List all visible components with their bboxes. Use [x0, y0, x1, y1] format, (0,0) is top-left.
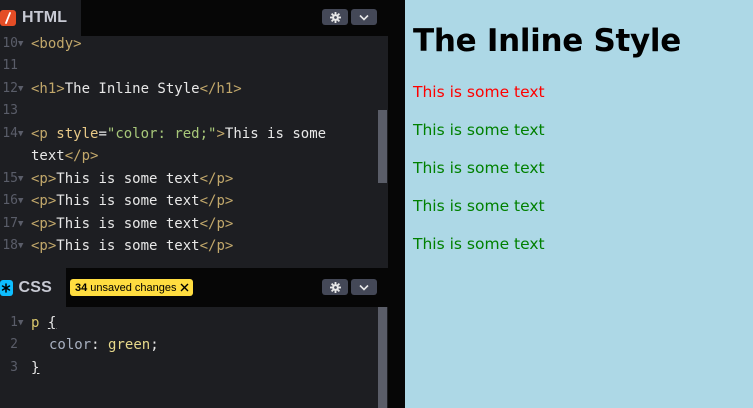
- result-preview: The Inline Style This is some text This …: [405, 0, 753, 408]
- fold-arrow-icon[interactable]: ▼: [18, 312, 23, 334]
- fold-arrow-icon[interactable]: ▼: [18, 78, 23, 100]
- css-settings-button[interactable]: [322, 279, 348, 295]
- css-tab-label: CSS: [18, 278, 52, 296]
- unsaved-count: 34: [75, 281, 88, 294]
- preview-paragraph: This is some text: [413, 159, 545, 177]
- css-scrollbar-thumb[interactable]: [378, 307, 387, 408]
- gear-icon: [329, 281, 341, 293]
- panel-resize-divider[interactable]: [388, 0, 405, 408]
- html-settings-button[interactable]: [322, 9, 348, 25]
- unsaved-label: unsaved changes: [90, 281, 177, 294]
- html-collapse-button[interactable]: [351, 9, 377, 25]
- fold-arrow-icon[interactable]: ▼: [18, 123, 23, 145]
- css-collapse-button[interactable]: [351, 279, 377, 295]
- html-tab-label: HTML: [22, 9, 68, 26]
- fold-arrow-icon[interactable]: ▼: [18, 190, 23, 212]
- fold-arrow-icon[interactable]: ▼: [18, 213, 23, 235]
- preview-heading: The Inline Style: [413, 23, 681, 59]
- html-panel-header: HTML: [0, 0, 388, 36]
- close-icon[interactable]: [180, 283, 189, 292]
- html-tab[interactable]: HTML: [0, 0, 82, 36]
- css-panel-header: CSS 34 unsaved changes: [0, 268, 388, 307]
- html-code-editor[interactable]: 10 ▼ <body> 11 12 ▼ <h1>The Inline Style…: [0, 36, 376, 268]
- chevron-down-icon: [359, 284, 369, 291]
- unsaved-changes-badge[interactable]: 34 unsaved changes: [70, 279, 194, 296]
- fold-arrow-icon[interactable]: ▼: [18, 36, 23, 55]
- css-tab[interactable]: CSS: [0, 268, 66, 307]
- preview-paragraph-red: This is some text: [413, 83, 545, 101]
- html-badge-icon: [0, 10, 16, 26]
- css-badge-icon: [0, 279, 13, 296]
- preview-paragraph: This is some text: [413, 235, 545, 253]
- chevron-down-icon: [359, 14, 369, 21]
- html-scrollbar-thumb[interactable]: [378, 110, 387, 183]
- preview-paragraph: This is some text: [413, 197, 545, 215]
- fold-arrow-icon[interactable]: ▼: [18, 168, 23, 190]
- fold-arrow-icon[interactable]: ▼: [18, 235, 23, 257]
- preview-paragraph: This is some text: [413, 121, 545, 139]
- css-code-editor[interactable]: 1 ▼ p { 2 color: green; 3 }: [0, 307, 376, 408]
- gear-icon: [329, 11, 341, 23]
- editor-column: HTML 10 ▼ <body> 11 12 ▼ <h1>The Inline …: [0, 0, 388, 408]
